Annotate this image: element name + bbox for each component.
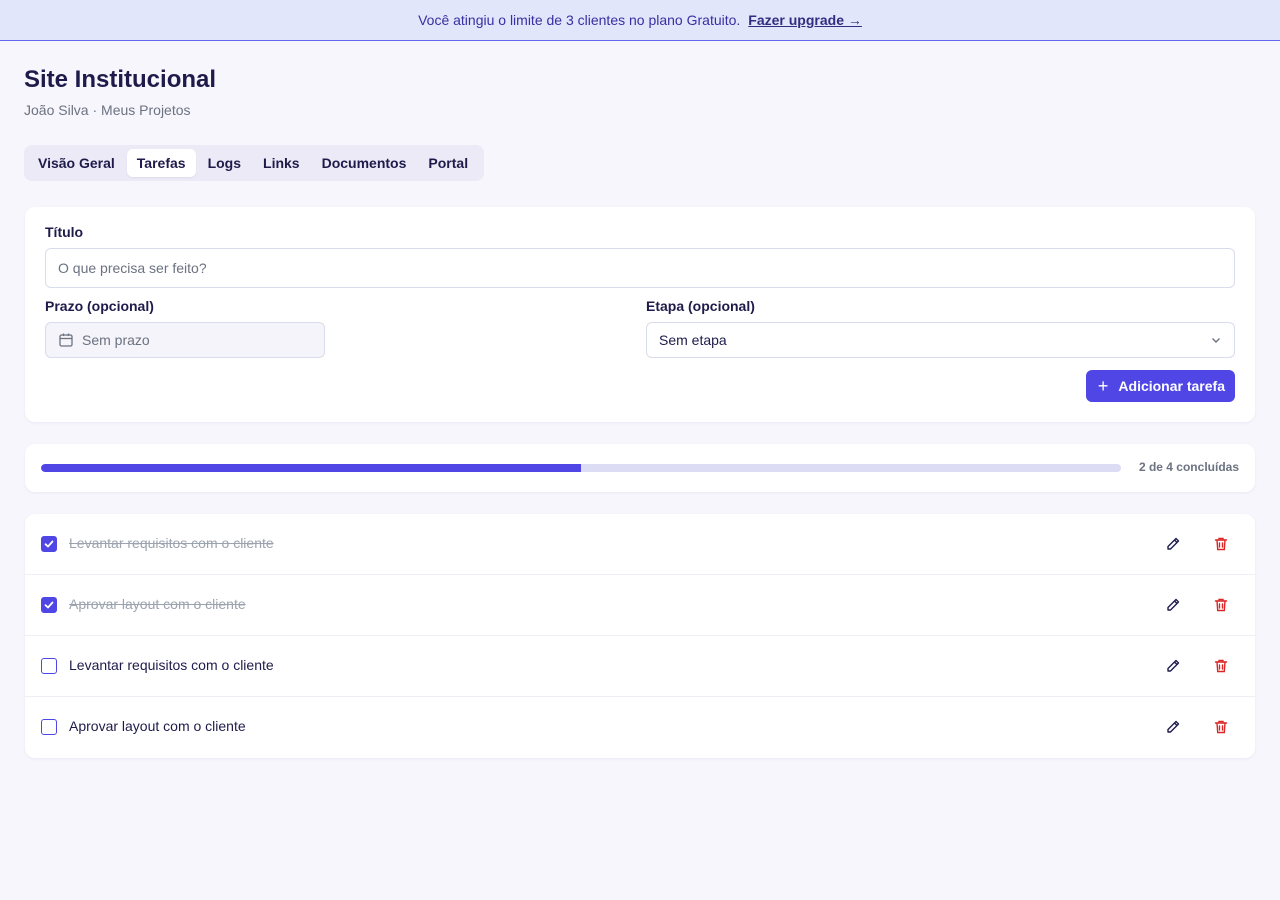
edit-task-button[interactable] [1163,534,1183,554]
stage-label: Etapa (opcional) [646,298,755,314]
title-label: Título [45,224,84,240]
tab-overview[interactable]: Visão Geral [28,149,125,177]
chevron-down-icon [1212,338,1220,343]
pencil-icon [1167,720,1180,733]
task-title: Levantar requisitos com o cliente [69,535,274,551]
progress-bar-fill [41,464,581,472]
progress-bar [41,464,1121,472]
trash-icon [1214,598,1228,612]
delete-task-button[interactable] [1211,717,1231,737]
task-title: Aprovar layout com o cliente [69,596,246,612]
tab-bar: Visão Geral Tarefas Logs Links Documento… [24,145,485,181]
pencil-icon [1167,537,1180,550]
task-row: Aprovar layout com o cliente [25,575,1255,636]
progress-text: 2 de 4 concluídas [1138,460,1239,474]
edit-task-button[interactable] [1163,656,1183,676]
new-task-form: Título O que precisa ser feito? Prazo (o… [25,207,1255,422]
task-title: Aprovar layout com o cliente [69,718,246,734]
pencil-icon [1167,598,1180,611]
tab-links[interactable]: Links [253,149,310,177]
task-checkbox[interactable] [41,719,57,735]
deadline-input[interactable]: Sem prazo [45,322,325,358]
task-checkbox[interactable] [41,658,57,674]
stage-select[interactable]: Sem etapa [646,322,1235,358]
tab-documents[interactable]: Documentos [312,149,417,177]
title-input[interactable]: O que precisa ser feito? [45,248,1235,288]
progress-card: 2 de 4 concluídas [25,444,1255,492]
calendar-icon [59,333,73,347]
upgrade-banner: Você atingiu o limite de 3 clientes no p… [0,0,1280,41]
trash-icon [1214,720,1228,734]
tab-logs[interactable]: Logs [198,149,251,177]
edit-task-button[interactable] [1163,717,1183,737]
deadline-label: Prazo (opcional) [45,298,154,314]
task-checkbox[interactable] [41,597,57,613]
task-row: Levantar requisitos com o cliente [25,514,1255,575]
trash-icon [1214,537,1228,551]
pencil-icon [1167,659,1180,672]
upgrade-link[interactable]: Fazer upgrade → [748,12,862,28]
task-checkbox[interactable] [41,536,57,552]
check-icon [44,601,54,609]
task-row: Aprovar layout com o cliente [25,697,1255,758]
delete-task-button[interactable] [1211,595,1231,615]
task-title: Levantar requisitos com o cliente [69,657,274,673]
trash-icon [1214,659,1228,673]
stage-value: Sem etapa [659,332,727,348]
delete-task-button[interactable] [1211,656,1231,676]
tab-tasks[interactable]: Tarefas [126,149,196,177]
tab-portal[interactable]: Portal [418,149,478,177]
add-task-label: Adicionar tarefa [1118,378,1225,394]
plus-icon: + [1097,376,1109,396]
edit-task-button[interactable] [1163,595,1183,615]
deadline-placeholder: Sem prazo [82,332,150,348]
task-list: Levantar requisitos com o cliente Aprova… [25,514,1255,758]
task-row: Levantar requisitos com o cliente [25,636,1255,697]
page-title: Site Institucional [24,66,217,93]
add-task-button[interactable]: + Adicionar tarefa [1085,370,1235,402]
breadcrumb: João Silva · Meus Projetos [24,102,191,118]
banner-message: Você atingiu o limite de 3 clientes no p… [418,12,741,28]
delete-task-button[interactable] [1211,534,1231,554]
check-icon [44,540,54,548]
title-placeholder: O que precisa ser feito? [58,260,207,276]
